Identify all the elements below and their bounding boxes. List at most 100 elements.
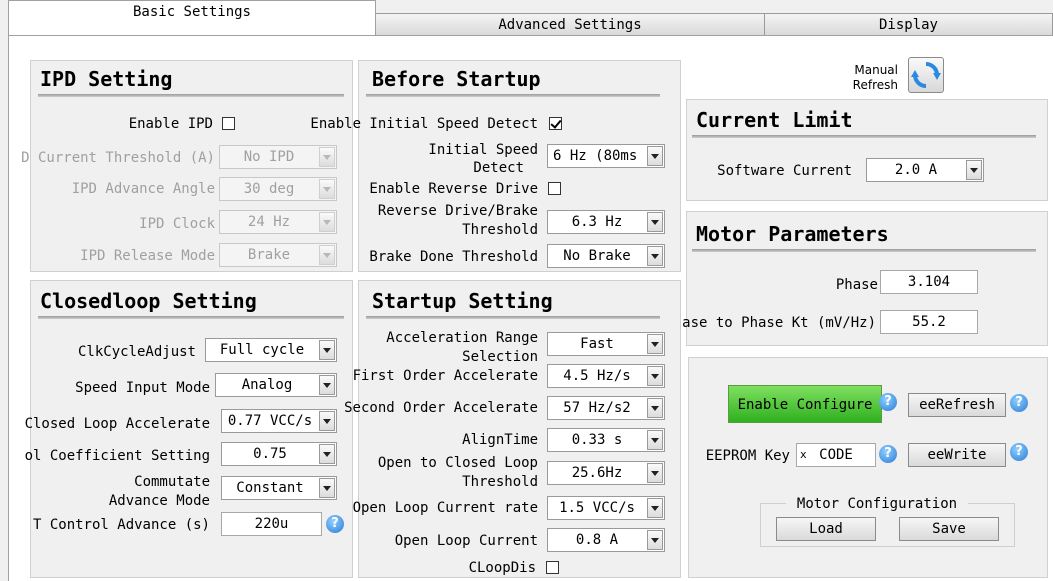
open-loop-current-rate-select[interactable]: 1.5 VCC/s xyxy=(547,496,665,520)
eeprom-key-input[interactable]: x CODE xyxy=(796,443,876,467)
chevron-down-icon[interactable] xyxy=(319,478,335,498)
help-icon[interactable]: ? xyxy=(326,515,344,533)
chevron-down-icon[interactable] xyxy=(319,212,335,232)
manual-refresh-label-line2: Refresh xyxy=(852,78,898,92)
commutate-advance-mode-select[interactable]: Constant xyxy=(221,476,337,500)
before-startup-divider xyxy=(366,94,660,97)
brake-done-select[interactable]: No Brake xyxy=(547,244,665,268)
enable-ipd-label: Enable IPD xyxy=(128,116,213,132)
closed-loop-accelerate-select[interactable]: 0.77 VCC/s xyxy=(221,409,337,433)
chevron-down-icon[interactable] xyxy=(647,212,663,232)
chevron-down-icon[interactable] xyxy=(647,334,663,354)
chevron-down-icon[interactable] xyxy=(319,444,335,464)
chevron-down-icon[interactable] xyxy=(647,246,663,266)
ee-refresh-button[interactable]: eeRefresh xyxy=(908,393,1006,417)
load-button[interactable]: Load xyxy=(776,517,876,541)
chevron-down-icon[interactable] xyxy=(319,179,335,199)
open-closed-label-line1: Open to Closed Loop xyxy=(377,455,538,471)
chevron-down-icon[interactable] xyxy=(319,340,335,360)
clk-cycle-select[interactable]: Full cycle xyxy=(205,338,337,362)
coefficient-setting-value: 0.75 xyxy=(253,446,287,462)
clk-cycle-value: Full cycle xyxy=(219,342,305,358)
ipd-current-threshold-select[interactable]: No IPD xyxy=(219,145,337,169)
tab-bar: Advanced Settings Display Basic Settings xyxy=(0,0,1053,37)
help-icon[interactable]: ? xyxy=(1010,394,1028,412)
initial-speed-detect-label: Enable Initial Speed Detect xyxy=(310,116,538,132)
second-order-accelerate-select[interactable]: 57 Hz/s2 xyxy=(547,396,665,420)
ipd-clock-label: IPD Clock xyxy=(139,216,215,232)
chevron-down-icon[interactable] xyxy=(319,147,335,167)
chevron-down-icon[interactable] xyxy=(966,160,982,180)
reverse-threshold-select[interactable]: 6.3 Hz xyxy=(547,210,665,234)
software-current-value: 2.0 A xyxy=(894,162,938,178)
chevron-down-icon[interactable] xyxy=(647,398,663,418)
phase-input[interactable]: 3.104 xyxy=(880,270,978,294)
accel-range-value: Fast xyxy=(580,336,614,352)
first-order-accelerate-value: 4.5 Hz/s xyxy=(563,368,631,384)
enable-ipd-checkbox[interactable] xyxy=(222,117,235,130)
ipd-release-mode-label: IPD Release Mode xyxy=(80,248,215,264)
initial-speed-label-line1: Initial Speed xyxy=(428,142,538,158)
ipd-release-mode-value: Brake xyxy=(247,247,291,263)
chevron-down-icon[interactable] xyxy=(319,375,335,395)
brake-done-label: Brake Done Threshold xyxy=(369,249,538,265)
first-order-accelerate-label: First Order Accelerate xyxy=(352,368,538,384)
second-order-accelerate-label: Second Order Accelerate xyxy=(344,400,538,416)
initial-speed-value: 6 Hz (80ms xyxy=(553,148,638,164)
second-order-accelerate-value: 57 Hz/s2 xyxy=(563,400,631,416)
chevron-down-icon[interactable] xyxy=(647,463,663,483)
ipd-clock-select[interactable]: 24 Hz xyxy=(219,210,337,234)
software-current-label: Software Current xyxy=(717,163,852,179)
t-control-advance-input[interactable]: 220u xyxy=(221,512,322,536)
ipd-advance-angle-label: IPD Advance Angle xyxy=(71,181,215,197)
software-current-select[interactable]: 2.0 A xyxy=(866,158,984,182)
accel-range-label-line2: Selection xyxy=(462,349,538,365)
open-loop-current-select[interactable]: 0.8 A xyxy=(547,528,665,552)
manual-refresh-button[interactable] xyxy=(908,57,944,93)
help-icon[interactable]: ? xyxy=(879,445,897,463)
commutate-label-line2: Advance Mode xyxy=(108,493,210,509)
tab-display[interactable]: Display xyxy=(764,13,1053,37)
speed-input-mode-label: Speed Input Mode xyxy=(75,380,210,396)
accel-range-select[interactable]: Fast xyxy=(547,332,665,356)
reverse-threshold-label-line2: Threshold xyxy=(462,222,538,238)
enable-configure-button[interactable]: Enable Configure xyxy=(728,385,882,423)
open-closed-threshold-select[interactable]: 25.6Hz xyxy=(547,461,665,485)
accel-range-label-line1: Acceleration Range xyxy=(386,330,538,346)
initial-speed-detect-checkbox[interactable] xyxy=(549,117,562,130)
chevron-down-icon[interactable] xyxy=(319,245,335,265)
save-button[interactable]: Save xyxy=(899,517,999,541)
chevron-down-icon[interactable] xyxy=(647,530,663,550)
first-order-accelerate-select[interactable]: 4.5 Hz/s xyxy=(547,364,665,388)
motor-configuration-title: Motor Configuration xyxy=(786,495,968,513)
initial-speed-select[interactable]: 6 Hz (80ms xyxy=(547,144,665,168)
ipd-clock-value: 24 Hz xyxy=(247,214,291,230)
chevron-down-icon[interactable] xyxy=(647,146,663,166)
cloopdis-label: CLoopDis xyxy=(468,560,536,576)
ipd-current-threshold-label: D Current Threshold (A) xyxy=(21,150,215,166)
closed-loop-accelerate-label: Closed Loop Accelerate xyxy=(24,416,210,432)
tab-basic-settings[interactable]: Basic Settings xyxy=(8,0,376,36)
coefficient-setting-select[interactable]: 0.75 xyxy=(221,442,337,466)
reverse-drive-checkbox[interactable] xyxy=(548,182,561,195)
chevron-down-icon[interactable] xyxy=(647,366,663,386)
ipd-advance-angle-select[interactable]: 30 deg xyxy=(219,177,337,201)
ee-write-button[interactable]: eeWrite xyxy=(908,443,1006,467)
startup-setting-title: Startup Setting xyxy=(372,289,553,313)
phase-label: Phase xyxy=(835,277,878,293)
ipd-release-mode-select[interactable]: Brake xyxy=(219,243,337,267)
chevron-down-icon[interactable] xyxy=(647,430,663,450)
chevron-down-icon[interactable] xyxy=(647,498,663,518)
open-loop-current-rate-value: 1.5 VCC/s xyxy=(559,500,635,516)
align-time-select[interactable]: 0.33 s xyxy=(547,428,665,452)
help-icon[interactable]: ? xyxy=(1010,443,1028,461)
help-icon[interactable]: ? xyxy=(879,393,897,411)
speed-input-mode-select[interactable]: Analog xyxy=(215,373,337,397)
tab-advanced-settings[interactable]: Advanced Settings xyxy=(375,13,765,37)
align-time-label: AlignTime xyxy=(462,432,538,448)
startup-setting-divider xyxy=(366,316,660,319)
kt-input[interactable]: 55.2 xyxy=(880,310,978,334)
ipd-setting-divider xyxy=(38,94,344,97)
refresh-icon xyxy=(911,62,941,88)
cloopdis-checkbox[interactable] xyxy=(546,561,559,574)
